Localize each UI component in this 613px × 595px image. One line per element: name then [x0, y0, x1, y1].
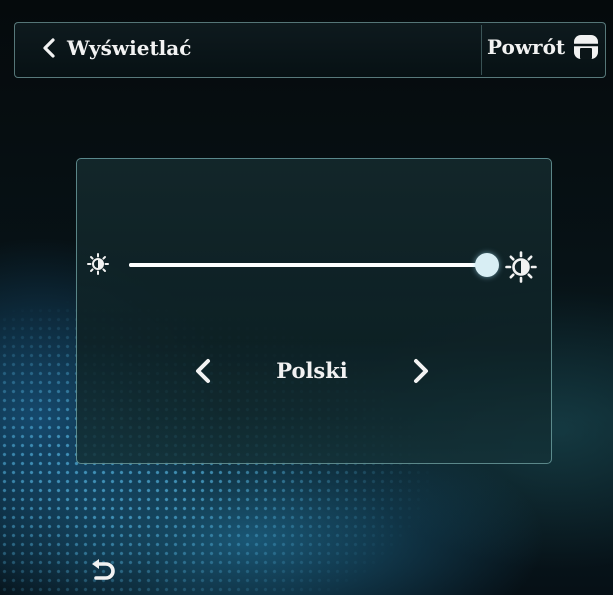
home-button[interactable]: Powrót: [487, 32, 601, 62]
header-divider: [481, 25, 482, 75]
back-to-previous-button[interactable]: Wyświetlać: [41, 36, 191, 60]
page-title: Wyświetlać: [67, 36, 192, 60]
brightness-slider-fill: [129, 263, 487, 267]
home-icon: [574, 35, 599, 59]
chevron-left-icon: [43, 38, 55, 58]
brightness-low-icon: [87, 253, 109, 275]
language-next-button[interactable]: [411, 357, 431, 385]
language-value: Polski: [276, 358, 348, 383]
brightness-slider[interactable]: [129, 253, 499, 277]
top-bar: Wyświetlać Powrót: [14, 22, 606, 78]
home-button-label: Powrót: [487, 35, 566, 59]
brightness-slider-thumb[interactable]: [475, 253, 499, 277]
screen: Wyświetlać Powrót Polski: [0, 0, 613, 595]
return-arrow-icon[interactable]: [90, 558, 118, 584]
language-prev-button[interactable]: [193, 357, 213, 385]
settings-panel: Polski: [76, 158, 552, 464]
brightness-high-icon: [505, 251, 537, 283]
